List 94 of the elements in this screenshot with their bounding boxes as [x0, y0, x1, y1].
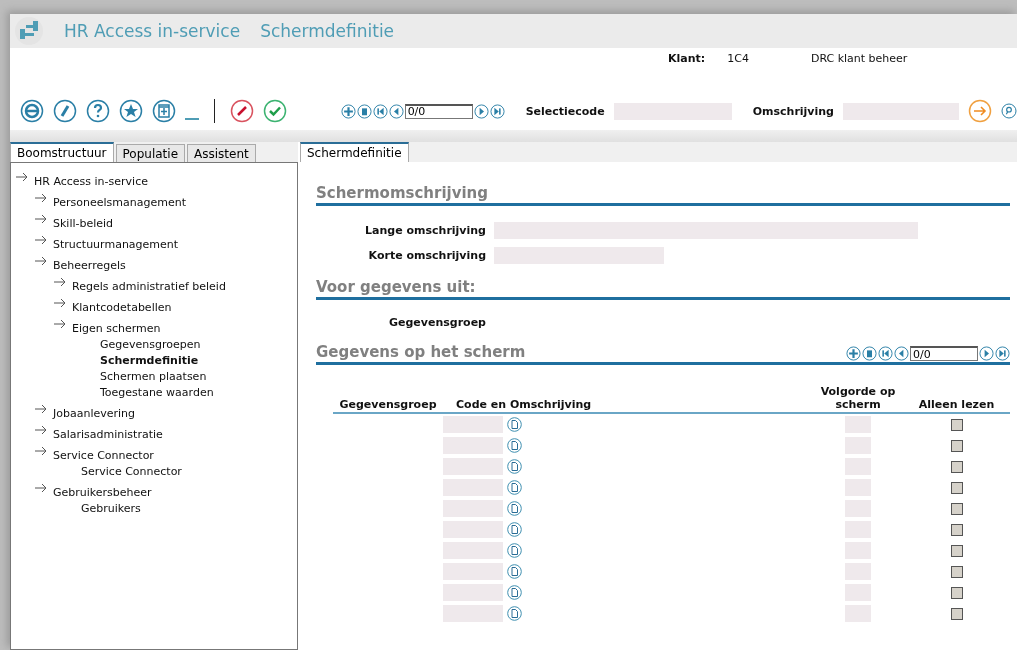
page-field[interactable]: 0/0: [404, 103, 473, 119]
arrow-icon: [15, 172, 28, 182]
tree-item[interactable]: Gebruikers: [81, 499, 141, 515]
client-label: Klant:: [668, 52, 706, 65]
tree-item[interactable]: Eigen schermen: [72, 319, 161, 335]
tree-item[interactable]: Gebruikersbeheer: [53, 483, 152, 499]
arrow-icon: [53, 277, 66, 287]
arrow-icon: [53, 298, 66, 308]
document-icon[interactable]: [507, 438, 522, 453]
edit-icon[interactable]: [53, 99, 77, 123]
tree-item[interactable]: Jobaanlevering: [53, 404, 136, 420]
arrow-icon: [34, 425, 47, 435]
document-icon[interactable]: [507, 564, 522, 579]
client-name: DRC klant beheer: [810, 52, 908, 65]
document-icon[interactable]: [507, 459, 522, 474]
first-page-icon[interactable]: [372, 103, 388, 119]
read-only-checkbox[interactable]: [950, 565, 963, 578]
cancel-icon[interactable]: [230, 99, 255, 123]
filter-label: Omschrijving: [752, 104, 834, 118]
star-icon[interactable]: [119, 99, 143, 123]
section-title: Voor gegevens uit:: [316, 278, 476, 296]
help-icon[interactable]: [86, 99, 110, 123]
read-only-checkbox[interactable]: [950, 523, 963, 536]
arrow-icon: [34, 214, 47, 224]
tree-item[interactable]: Service Connector: [81, 462, 182, 478]
document-icon[interactable]: [507, 417, 522, 432]
arrow-icon: [53, 319, 66, 329]
minimize-icon[interactable]: [185, 118, 200, 120]
arrow-icon: [34, 404, 47, 414]
tree-item[interactable]: Service Connector: [53, 446, 154, 462]
column-header: Volgorde op scherm: [813, 385, 903, 414]
read-only-checkbox[interactable]: [950, 481, 963, 494]
arrow-icon: [34, 446, 47, 456]
add-icon[interactable]: [846, 346, 861, 361]
read-only-checkbox[interactable]: [950, 544, 963, 557]
tree-item[interactable]: HR Access in-service: [34, 172, 148, 188]
column-header: Code en Omschrijving: [443, 398, 813, 414]
last-page-icon[interactable]: [995, 346, 1010, 361]
arrow-icon: [34, 193, 47, 203]
read-only-checkbox[interactable]: [950, 418, 963, 431]
tree-item[interactable]: Regels administratief beleid: [72, 277, 226, 293]
field-label: Gegevensgroep: [387, 316, 486, 329]
confirm-icon[interactable]: [263, 99, 288, 123]
tree-item[interactable]: Personeelsmanagement: [53, 193, 186, 209]
first-page-icon[interactable]: [878, 346, 893, 361]
tree-item[interactable]: Toegestane waarden: [100, 383, 214, 399]
tree-item[interactable]: Gegevensgroepen: [100, 335, 201, 351]
app-title: HR Access in-service: [64, 21, 241, 41]
tree-item[interactable]: Klantcodetabellen: [72, 298, 172, 314]
steering-wheel-icon[interactable]: [20, 99, 44, 123]
read-only-checkbox[interactable]: [950, 607, 963, 620]
tree-item[interactable]: Beheerregels: [53, 256, 126, 272]
window-title: Schermdefinitie: [260, 21, 395, 41]
section-title: Gegevens op het scherm: [316, 343, 526, 361]
document-icon[interactable]: [507, 480, 522, 495]
document-icon[interactable]: [507, 543, 522, 558]
document-icon[interactable]: [507, 522, 522, 537]
previous-icon[interactable]: [894, 346, 909, 361]
next-icon[interactable]: [979, 346, 994, 361]
last-page-icon[interactable]: [489, 103, 505, 119]
read-only-checkbox[interactable]: [950, 460, 963, 473]
tree-item[interactable]: Schermdefinitie: [100, 351, 199, 367]
arrow-icon: [34, 256, 47, 266]
document-icon[interactable]: [507, 585, 522, 600]
read-only-checkbox[interactable]: [950, 586, 963, 599]
panel-tab[interactable]: Boomstructuur: [10, 142, 114, 162]
page-field[interactable]: 0/0: [910, 346, 978, 361]
tree-item[interactable]: Structuurmanagement: [53, 235, 179, 251]
document-icon[interactable]: [507, 606, 522, 621]
tree-item[interactable]: Schermen plaatsen: [100, 367, 207, 383]
section-title: Schermomschrijving: [316, 184, 489, 202]
read-only-checkbox[interactable]: [950, 502, 963, 515]
trash-icon[interactable]: [862, 346, 877, 361]
trash-icon[interactable]: [356, 103, 372, 119]
client-code: 1C4: [727, 52, 749, 65]
column-header: Alleen lezen: [903, 398, 1010, 414]
document-icon[interactable]: [507, 501, 522, 516]
previous-icon[interactable]: [388, 103, 404, 119]
read-only-checkbox[interactable]: [950, 439, 963, 452]
panel-tab[interactable]: Assistent: [187, 144, 256, 162]
arrow-icon: [34, 235, 47, 245]
arrow-icon: [34, 483, 47, 493]
panel-tab[interactable]: Populatie: [115, 144, 186, 162]
add-form-icon[interactable]: [152, 99, 176, 123]
field-label: Korte omschrijving: [367, 249, 486, 262]
add-icon[interactable]: [340, 103, 356, 119]
next-icon[interactable]: [473, 103, 489, 119]
tree-item[interactable]: Salarisadministratie: [53, 425, 163, 441]
field-label: Lange omschrijving: [364, 224, 486, 237]
panel-tab[interactable]: Schermdefinitie: [300, 142, 409, 162]
column-header: Gegevensgroep: [333, 398, 443, 414]
filter-label: Selectiecode: [525, 104, 605, 118]
tree-item[interactable]: Skill-beleid: [53, 214, 114, 230]
search-icon[interactable]: [1001, 103, 1017, 119]
